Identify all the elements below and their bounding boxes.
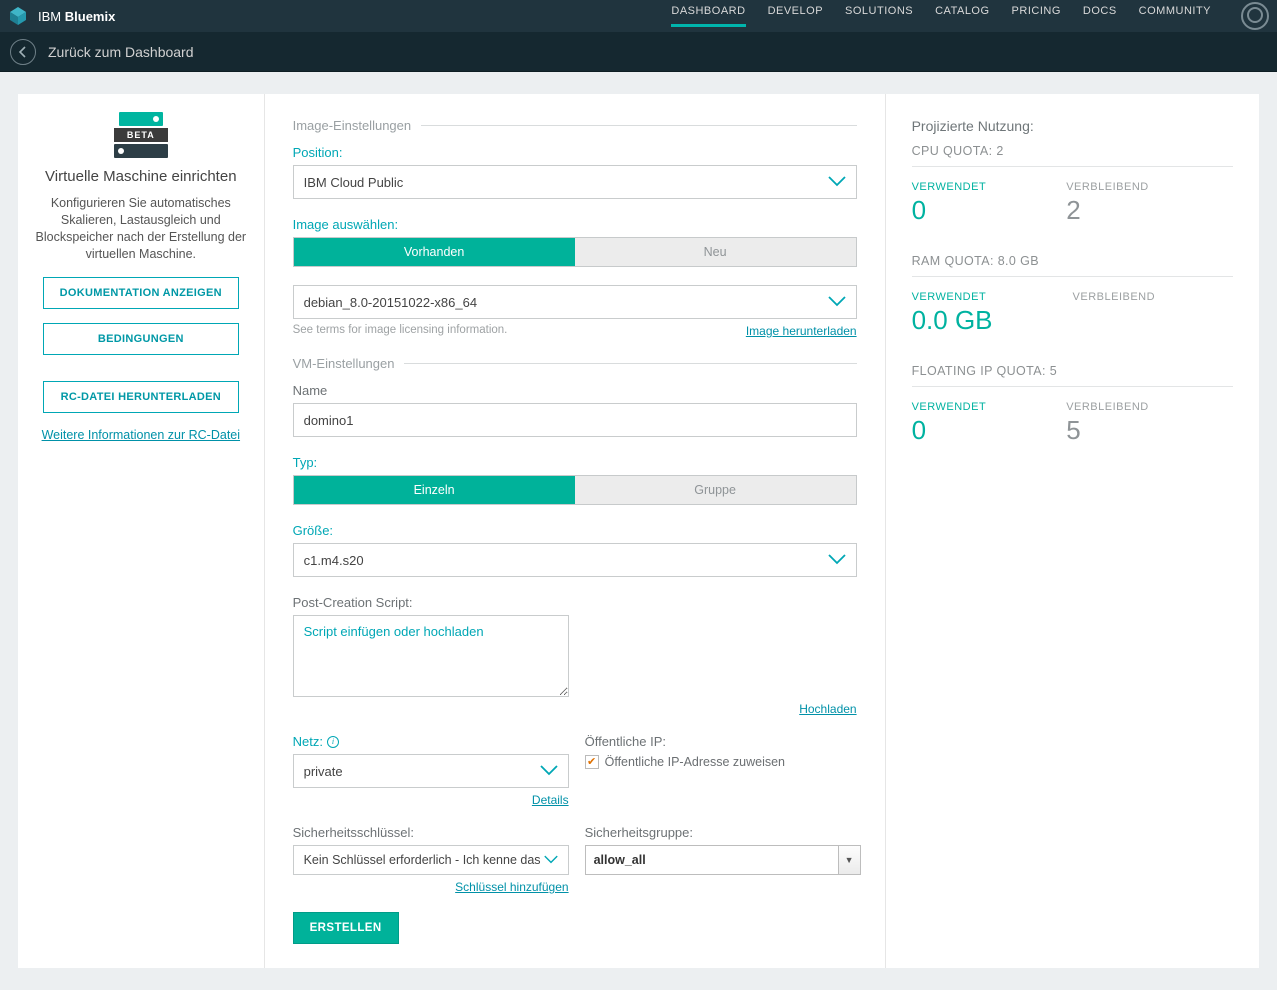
nav-docs[interactable]: DOCS xyxy=(1083,5,1117,27)
net-select[interactable]: private xyxy=(293,754,569,788)
vm-beta-badge-icon: BETA xyxy=(34,112,248,158)
position-select[interactable]: IBM Cloud Public xyxy=(293,165,857,199)
used-label: VERWENDET xyxy=(912,181,987,193)
nav-develop[interactable]: DEVELOP xyxy=(768,5,823,27)
remaining-label: VERBLEIBEND xyxy=(1073,291,1156,303)
chevron-down-icon xyxy=(544,855,558,865)
nav-solutions[interactable]: SOLUTIONS xyxy=(845,5,913,27)
main-form: Image-Einstellungen Position: IBM Cloud … xyxy=(264,94,886,968)
size-select[interactable]: c1.m4.s20 xyxy=(293,543,857,577)
remaining-label: VERBLEIBEND xyxy=(1066,401,1149,413)
secgroup-label: Sicherheitsgruppe: xyxy=(585,825,861,840)
divider xyxy=(912,276,1233,277)
divider xyxy=(912,386,1233,387)
vm-section-title: VM-Einstellungen xyxy=(293,356,857,371)
tab-new[interactable]: Neu xyxy=(575,238,856,266)
back-arrow-icon[interactable] xyxy=(10,39,36,65)
cpu-remaining: 2 xyxy=(1066,195,1149,226)
pubip-label: Öffentliche IP: xyxy=(585,734,861,749)
top-nav: DASHBOARD DEVELOP SOLUTIONS CATALOG PRIC… xyxy=(671,2,1269,30)
image-section-title: Image-Einstellungen xyxy=(293,118,857,133)
pubip-checkbox[interactable] xyxy=(585,755,599,769)
add-key-link[interactable]: Schlüssel hinzufügen xyxy=(455,880,568,894)
position-label: Position: xyxy=(293,145,857,160)
license-note: See terms for image licensing informatio… xyxy=(293,324,508,336)
view-docs-button[interactable]: DOKUMENTATION ANZEIGEN xyxy=(43,277,239,309)
net-value: private xyxy=(304,764,343,779)
info-icon[interactable]: i xyxy=(327,736,339,748)
net-label: Netz:i xyxy=(293,734,569,749)
ip-used: 0 xyxy=(912,415,987,446)
breadcrumb[interactable]: Zurück zum Dashboard xyxy=(48,44,194,60)
subbar: Zurück zum Dashboard xyxy=(0,32,1277,72)
key-label: Sicherheitsschlüssel: xyxy=(293,825,569,840)
usage-sidebar: Projizierte Nutzung: CPU QUOTA: 2 VERWEN… xyxy=(886,94,1259,968)
page-description: Konfigurieren Sie automatisches Skaliere… xyxy=(34,195,248,263)
chevron-down-icon xyxy=(540,765,558,777)
download-rc-button[interactable]: RC-DATEI HERUNTERLADEN xyxy=(43,381,239,413)
image-select-label: Image auswählen: xyxy=(293,217,857,232)
download-image-link[interactable]: Image herunterladen xyxy=(746,324,857,338)
nav-community[interactable]: COMMUNITY xyxy=(1139,5,1211,27)
type-group[interactable]: Gruppe xyxy=(575,476,856,504)
type-toggle: Einzeln Gruppe xyxy=(293,475,857,505)
nav-pricing[interactable]: PRICING xyxy=(1012,5,1061,27)
rc-info-link[interactable]: Weitere Informationen zur RC-Datei xyxy=(42,428,240,442)
nav-catalog[interactable]: CATALOG xyxy=(935,5,989,27)
user-avatar-icon[interactable] xyxy=(1241,2,1269,30)
tab-existing[interactable]: Vorhanden xyxy=(294,238,575,266)
cpu-used: 0 xyxy=(912,195,987,226)
size-label: Größe: xyxy=(293,523,857,538)
net-details-link[interactable]: Details xyxy=(532,793,569,807)
key-value: Kein Schlüssel erforderlich - Ich kenne … xyxy=(304,853,544,867)
chevron-down-icon xyxy=(828,176,846,188)
sidebar: BETA Virtuelle Maschine einrichten Konfi… xyxy=(18,94,264,968)
secgroup-select[interactable]: allow_all ▼ xyxy=(585,845,861,875)
chevron-down-icon: ▼ xyxy=(838,846,860,874)
beta-label: BETA xyxy=(114,128,168,142)
script-label: Post-Creation Script: xyxy=(293,595,857,610)
size-value: c1.m4.s20 xyxy=(304,553,364,568)
usage-title: Projizierte Nutzung: xyxy=(912,118,1233,134)
chevron-down-icon xyxy=(828,296,846,308)
nav-dashboard[interactable]: DASHBOARD xyxy=(671,5,745,27)
ip-remaining: 5 xyxy=(1066,415,1149,446)
key-select[interactable]: Kein Schlüssel erforderlich - Ich kenne … xyxy=(293,845,569,875)
script-textarea[interactable] xyxy=(293,615,569,697)
page-title: Virtuelle Maschine einrichten xyxy=(34,168,248,185)
type-single[interactable]: Einzeln xyxy=(294,476,575,504)
ram-quota-label: RAM QUOTA: 8.0 GB xyxy=(912,254,1233,268)
upload-link[interactable]: Hochladen xyxy=(799,702,856,716)
position-value: IBM Cloud Public xyxy=(304,175,404,190)
cpu-quota-label: CPU QUOTA: 2 xyxy=(912,144,1233,158)
create-button[interactable]: ERSTELLEN xyxy=(293,912,399,944)
used-label: VERWENDET xyxy=(912,291,993,303)
pubip-checkbox-label: Öffentliche IP-Adresse zuweisen xyxy=(605,755,785,769)
chevron-down-icon xyxy=(828,554,846,566)
remaining-label: VERBLEIBEND xyxy=(1066,181,1149,193)
type-label: Typ: xyxy=(293,455,857,470)
divider xyxy=(912,166,1233,167)
used-label: VERWENDET xyxy=(912,401,987,413)
secgroup-value: allow_all xyxy=(586,846,838,874)
name-field[interactable] xyxy=(293,403,857,437)
ram-used: 0.0 GB xyxy=(912,305,993,336)
image-source-toggle: Vorhanden Neu xyxy=(293,237,857,267)
ip-quota-label: FLOATING IP QUOTA: 5 xyxy=(912,364,1233,378)
topbar: IBM Bluemix DASHBOARD DEVELOP SOLUTIONS … xyxy=(0,0,1277,32)
image-select[interactable]: debian_8.0-20151022-x86_64 xyxy=(293,285,857,319)
bluemix-logo-icon xyxy=(8,6,28,26)
name-label: Name xyxy=(293,383,857,398)
brand: IBM Bluemix xyxy=(38,9,115,24)
image-value: debian_8.0-20151022-x86_64 xyxy=(304,295,478,310)
terms-button[interactable]: BEDINGUNGEN xyxy=(43,323,239,355)
